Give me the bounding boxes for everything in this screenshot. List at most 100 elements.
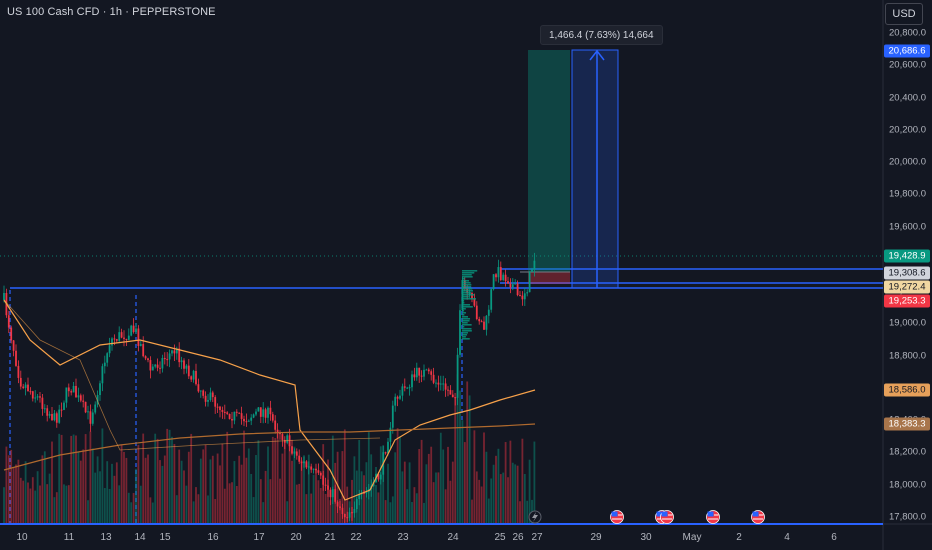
volume-bar [360, 471, 363, 523]
price-tick-label: 20,000.0 [889, 156, 926, 168]
candle-body [401, 386, 404, 396]
volume-bar [34, 490, 37, 523]
us-flag-icon [610, 510, 624, 524]
volume-bar [199, 458, 202, 523]
candle-body [106, 353, 109, 363]
volume-bar [27, 482, 29, 523]
volume-bar [271, 436, 274, 523]
candle-body [10, 327, 13, 341]
us-flag-icon [706, 510, 720, 524]
time-tick-label: 15 [159, 532, 171, 543]
volume-bar [252, 497, 255, 523]
volume-bar [315, 468, 317, 523]
volume-bar [149, 497, 152, 523]
volume-bar [264, 470, 267, 523]
candle-body [449, 390, 452, 395]
volume-bar [139, 485, 142, 523]
volume-bar [29, 488, 32, 523]
candle-body [161, 357, 164, 369]
candle-body [430, 371, 433, 375]
candle-body [483, 321, 485, 330]
candle-body [490, 289, 493, 310]
candle-body [130, 325, 133, 336]
volume-bar [173, 443, 176, 523]
volume-bar [461, 420, 464, 523]
candle-body [187, 365, 190, 377]
price-tick-label: 17,800.0 [889, 511, 926, 523]
currency-button[interactable]: USD [885, 3, 923, 25]
volume-bar [502, 472, 505, 523]
volume-bar [449, 480, 452, 523]
volume-bar [19, 477, 22, 523]
candle-body [123, 337, 125, 339]
volume-bar [418, 449, 421, 523]
volume-profile-bar [462, 290, 473, 292]
time-tick-label: 29 [590, 532, 602, 543]
volume-bar [425, 464, 428, 523]
candle-body [264, 409, 267, 418]
volume-bar [303, 455, 305, 523]
candle-body [94, 404, 97, 413]
volume-bar [96, 456, 99, 523]
measurement-tooltip: 1,466.4 (7.63%) 14,664 [540, 25, 663, 45]
candle-body [63, 402, 65, 410]
volume-bar [94, 472, 97, 523]
volume-bar [459, 390, 461, 523]
volume-bar [154, 433, 157, 523]
candle-body [235, 411, 238, 413]
volume-bar [432, 482, 435, 523]
candle-body [22, 386, 25, 388]
volume-bar [497, 448, 500, 523]
volume-profile-bar [462, 330, 472, 332]
candle-body [262, 409, 265, 417]
candle-body [70, 391, 73, 393]
volume-bar [269, 479, 272, 523]
volume-bar [519, 501, 521, 523]
candle-body [281, 434, 284, 440]
volume-bar [240, 464, 243, 523]
candle-body [286, 435, 289, 443]
time-tick-label: 4 [784, 532, 790, 543]
volume-profile-bar [462, 284, 472, 286]
volume-profile-bar [462, 336, 466, 338]
candle-body [511, 284, 514, 288]
volume-profile-bar [462, 324, 472, 326]
volume-bar [293, 446, 296, 523]
volume-profile-bar [462, 328, 472, 330]
candle-body [247, 420, 250, 422]
chart-root[interactable]: US 100 Cash CFD · 1h · PEPPERSTONE USD 1… [0, 0, 932, 550]
time-tick-label: 26 [512, 532, 524, 543]
volume-bar [377, 492, 380, 523]
candle-body [439, 383, 442, 385]
volume-profile-bar [462, 306, 473, 308]
price-tick-label: 19,000.0 [889, 317, 926, 329]
volume-bar [235, 485, 238, 523]
candle-body [427, 369, 430, 372]
candle-body [67, 387, 70, 392]
flag-canton [707, 511, 714, 517]
volume-profile-bar [462, 278, 465, 280]
candle-body [413, 374, 416, 378]
candle-body [166, 359, 169, 361]
candle-body [3, 293, 5, 300]
volume-bar [72, 434, 75, 523]
candle-body [159, 367, 161, 369]
candle-body [396, 396, 399, 399]
symbol-title[interactable]: US 100 Cash CFD · 1h · PEPPERSTONE [7, 6, 216, 18]
candle-body [209, 392, 212, 400]
volume-bar [343, 429, 346, 523]
price-chart-canvas[interactable] [0, 0, 932, 550]
volume-bar [231, 482, 233, 523]
volume-bar [372, 481, 375, 523]
candle-body [391, 405, 394, 428]
candle-body [55, 413, 58, 423]
volume-bar [487, 498, 490, 523]
flag-canton [661, 511, 668, 517]
volume-bar [341, 451, 344, 523]
candle-body [173, 350, 176, 354]
volume-bar [250, 473, 253, 523]
candle-body [79, 395, 82, 401]
candle-body [305, 461, 308, 468]
volume-bar [288, 438, 291, 523]
volume-profile-bar [462, 286, 472, 288]
